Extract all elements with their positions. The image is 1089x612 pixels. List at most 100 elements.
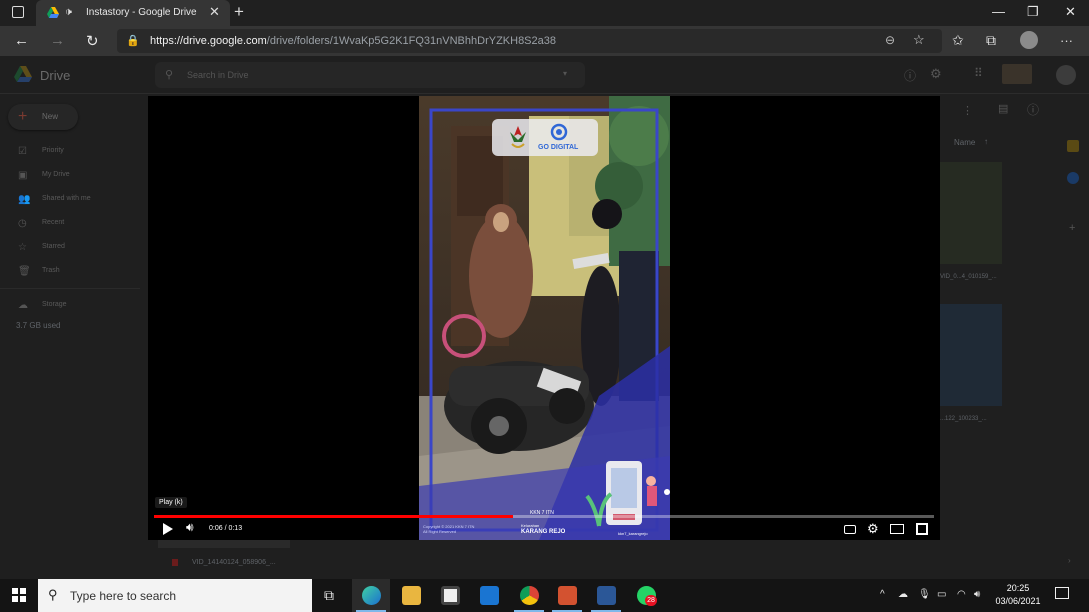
settings-icon[interactable]: ⚙: [930, 66, 942, 82]
wifi-icon[interactable]: ◠: [957, 589, 966, 600]
zoom-icon[interactable]: ⊖: [885, 33, 895, 47]
time-display: 0:06 / 0:13: [209, 525, 243, 532]
notification-center-icon[interactable]: [1055, 587, 1069, 599]
sidebar-item-starred[interactable]: ☆ Starred: [0, 240, 140, 258]
sidebar-item-trash[interactable]: 🗑 Trash: [0, 264, 140, 282]
browser-tab[interactable]: 🕩 Instastory - Google Drive ✕: [36, 0, 230, 26]
file-name[interactable]: VID_0...4_010159_...: [940, 274, 997, 280]
window-menu-icon[interactable]: [12, 6, 24, 18]
video-player[interactable]: GO DIGITAL KKN 7 ITN Copyright © 2021 KK…: [148, 96, 940, 540]
minimize-button[interactable]: —: [992, 4, 1005, 19]
maximize-button[interactable]: ❐: [1027, 4, 1039, 20]
scroll-right-icon[interactable]: ›: [1068, 556, 1071, 565]
favorite-star-icon[interactable]: ☆: [913, 32, 925, 48]
chrome-icon[interactable]: [510, 579, 548, 612]
new-button[interactable]: + New: [8, 104, 78, 130]
new-tab-button[interactable]: +: [234, 2, 244, 22]
microsoft-store-icon[interactable]: [431, 579, 469, 612]
drive-logo-icon[interactable]: [13, 65, 33, 83]
system-clock[interactable]: 20:25 03/06/2021: [990, 582, 1046, 608]
address-bar[interactable]: 🔒 https://drive.google.com/drive/folders…: [117, 29, 942, 53]
lock-icon[interactable]: 🔒: [126, 34, 140, 47]
sidebar-item-my-drive[interactable]: ▣ My Drive: [0, 168, 140, 186]
play-icon[interactable]: [163, 523, 173, 535]
forward-arrow-icon[interactable]: →: [50, 32, 65, 49]
close-window-button[interactable]: ✕: [1065, 4, 1076, 20]
apps-grid-icon[interactable]: ⠿: [974, 66, 983, 80]
account-avatar[interactable]: [1056, 65, 1076, 85]
speaker-icon[interactable]: 🕩: [65, 6, 72, 19]
cloud-icon: ☁: [18, 300, 28, 311]
microphone-icon[interactable]: 🎙︎: [918, 589, 931, 600]
settings-gear-icon[interactable]: ⚙: [867, 521, 879, 537]
sidebar-item-label: Shared with me: [42, 195, 91, 202]
sidebar-item-label: Recent: [42, 219, 65, 226]
battery-icon[interactable]: ▭: [937, 589, 946, 600]
collections-icon[interactable]: ⧉: [986, 32, 996, 49]
taskbar-search-input[interactable]: ⚲ Type here to search: [38, 579, 312, 612]
sidebar-item-shared[interactable]: 👥 Shared with me: [0, 192, 140, 210]
kelurahan-label: Kelurahan: [521, 523, 540, 528]
back-arrow-icon[interactable]: ←: [14, 32, 29, 49]
browser-tab-bar: 🕩 Instastory - Google Drive ✕ + — ❐ ✕: [0, 0, 1089, 26]
sidebar-item-priority[interactable]: ☑ Priority: [0, 144, 140, 162]
url-text[interactable]: https://drive.google.com/drive/folders/1…: [150, 35, 556, 47]
sort-arrow-icon[interactable]: ↑: [984, 137, 988, 146]
more-menu-icon[interactable]: ···: [1060, 33, 1073, 48]
new-button-label: New: [42, 112, 59, 121]
details-icon[interactable]: ⓘ: [1027, 101, 1039, 118]
picture-in-picture-icon[interactable]: [890, 524, 904, 534]
mail-icon[interactable]: [470, 579, 508, 612]
file-name[interactable]: VID_14140124_058906_...: [192, 559, 276, 566]
copyright-text: Copyright © 2021 KKN 7 ITN All Right Res…: [423, 524, 475, 534]
file-name[interactable]: ...122_100233_...: [940, 416, 987, 422]
drive-app-name[interactable]: Drive: [40, 68, 70, 83]
sidebar-item-label: My Drive: [42, 171, 70, 178]
reload-icon[interactable]: ↻: [86, 32, 99, 50]
edge-browser-icon[interactable]: [352, 579, 390, 612]
sidebar-item-storage[interactable]: ☁ Storage: [0, 298, 140, 316]
show-hidden-icons-icon[interactable]: ^: [880, 589, 885, 600]
progress-bar[interactable]: [154, 515, 934, 518]
captions-icon[interactable]: [844, 525, 856, 534]
word-icon[interactable]: [587, 579, 625, 612]
profile-avatar[interactable]: [1020, 31, 1038, 49]
onedrive-icon[interactable]: ☁: [898, 589, 908, 600]
organization-logo[interactable]: [1002, 64, 1032, 84]
notification-badge: 28: [645, 595, 657, 606]
trash-icon: 🗑: [18, 266, 31, 277]
instagram-handle: kkn7_karangrejo: [618, 531, 648, 536]
file-explorer-icon[interactable]: [392, 579, 430, 612]
drive-search-placeholder: Search in Drive: [187, 70, 249, 80]
search-icon: ⚲: [165, 69, 174, 81]
university-logo-icon: [510, 126, 526, 148]
star-icon: ☆: [18, 242, 27, 253]
file-thumbnail[interactable]: [940, 304, 1002, 406]
grid-view-icon[interactable]: ▤: [998, 102, 1008, 115]
windows-start-icon[interactable]: [12, 588, 26, 602]
help-icon[interactable]: ⓘ: [904, 67, 916, 84]
volume-icon[interactable]: 🔊︎: [186, 520, 194, 535]
task-view-icon[interactable]: ⧉: [324, 587, 334, 604]
file-thumbnail[interactable]: [940, 162, 1002, 264]
search-options-icon[interactable]: ▾: [563, 69, 567, 78]
add-addon-icon[interactable]: +: [1069, 222, 1075, 234]
tasks-icon[interactable]: [1067, 172, 1079, 184]
sidebar-item-recent[interactable]: ◷ Recent: [0, 216, 140, 234]
more-options-icon[interactable]: ⋮: [962, 104, 973, 117]
sort-name-label[interactable]: Name: [954, 138, 975, 147]
favorites-icon[interactable]: ✩: [952, 32, 964, 49]
volume-tray-icon[interactable]: 🔊︎: [974, 589, 980, 600]
powerpoint-icon[interactable]: [548, 579, 586, 612]
calendar-icon[interactable]: [1067, 140, 1079, 152]
file-type-icon: [172, 559, 178, 566]
drive-search-input[interactable]: ⚲ Search in Drive ▾: [155, 62, 585, 88]
close-tab-icon[interactable]: ✕: [209, 4, 220, 20]
whatsapp-icon[interactable]: 28: [627, 579, 665, 612]
go-digital-icon: [550, 123, 568, 141]
sidebar-item-label: Priority: [42, 147, 64, 154]
fullscreen-icon[interactable]: [916, 523, 928, 535]
shared-icon: 👥: [18, 194, 31, 205]
go-digital-text: GO DIGITAL: [538, 144, 579, 151]
video-frame[interactable]: GO DIGITAL KKN 7 ITN Copyright © 2021 KK…: [419, 96, 670, 540]
